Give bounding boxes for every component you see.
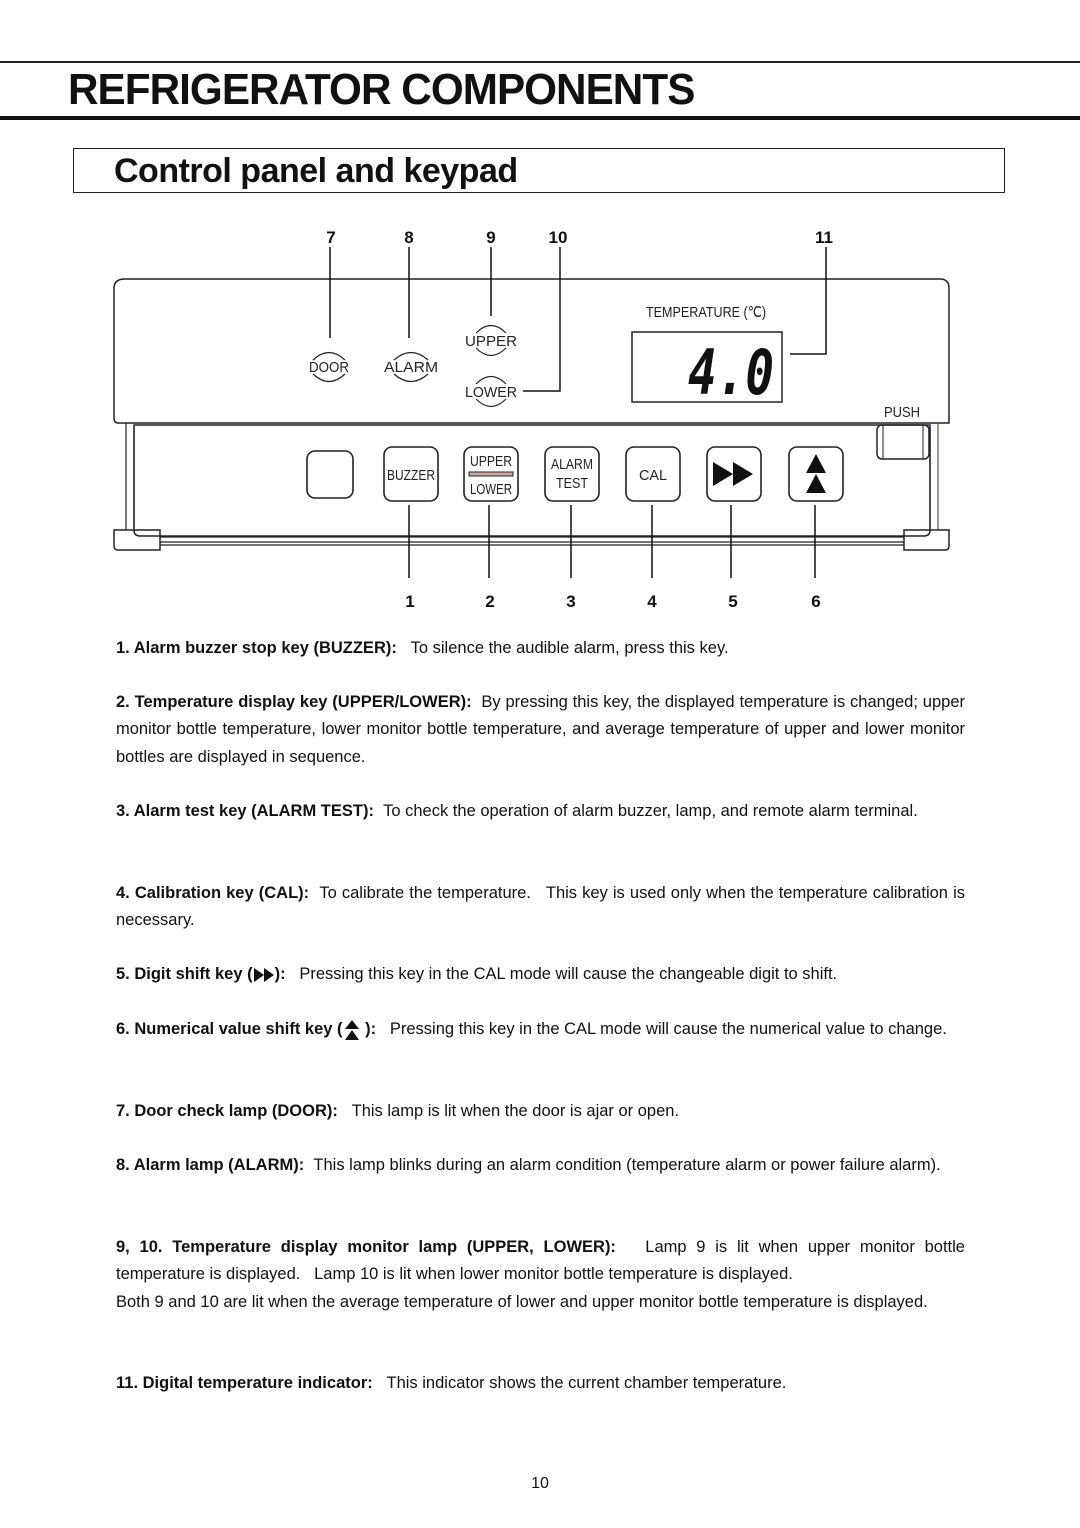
callout-7: 7 [326, 228, 335, 247]
upper-lower-key-upper-label: UPPER [470, 453, 512, 470]
numerical-value-shift-key[interactable] [788, 446, 844, 502]
description-item-6: 6. Numerical value shift key ( ): Pressi… [116, 1016, 965, 1043]
header-rule-bottom [0, 116, 1080, 120]
description-item-2: 2. Temperature display key (UPPER/LOWER)… [116, 689, 965, 771]
upper-lamp: UPPER [465, 324, 517, 357]
upper-lamp-label: UPPER [465, 333, 517, 350]
upper-lower-key-lower-label: LOWER [470, 481, 512, 498]
description-item-4: 4. Calibration key (CAL): To calibrate t… [116, 880, 965, 935]
left-foot [113, 529, 161, 551]
lower-lamp-label: LOWER [465, 384, 517, 401]
description-text: This lamp blinks during an alarm conditi… [313, 1156, 941, 1174]
description-item-11: 11. Digital temperature indicator: This … [116, 1370, 965, 1397]
digit-shift-key[interactable] [706, 446, 762, 502]
leader-line-10 [523, 247, 561, 392]
door-lamp: DOOR [309, 351, 349, 383]
description-text: This lamp is lit when the door is ajar o… [351, 1102, 680, 1120]
temperature-display-value: 4.0 [688, 336, 774, 409]
numerical-shift-arrow-icon-2 [806, 474, 826, 493]
upper-panel-outline [113, 278, 950, 424]
description-item-9-10: 9, 10. Temperature display monitor lamp … [116, 1234, 965, 1316]
alarm-test-key[interactable]: ALARM TEST [544, 446, 600, 502]
double-right-triangle-icon [253, 967, 274, 982]
description-text-continued: Both 9 and 10 are lit when the average t… [116, 1292, 928, 1311]
description-term: 9, 10. Temperature display monitor lamp … [116, 1238, 616, 1256]
page-number: 10 [531, 1475, 549, 1492]
callout-1: 1 [405, 592, 414, 611]
double-up-triangle-icon [344, 1019, 359, 1040]
description-text: Pressing this key in the CAL mode will c… [299, 965, 838, 983]
description-term: 5. Digit shift key (): [116, 965, 286, 983]
push-label: PUSH [884, 404, 920, 421]
description-term: 11. Digital temperature indicator: [116, 1374, 373, 1392]
description-term: 3. Alarm test key (ALARM TEST): [116, 802, 374, 820]
alarm-lamp: ALARM [384, 351, 438, 383]
callout-11: 11 [815, 228, 833, 247]
right-foot [903, 529, 950, 551]
alarm-lamp-label: ALARM [384, 359, 438, 376]
lower-lamp: LOWER [465, 375, 517, 408]
numerical-shift-arrow-icon [806, 454, 826, 473]
section-header-box: Control panel and keypad [73, 148, 1005, 193]
description-term: 8. Alarm lamp (ALARM): [116, 1156, 305, 1174]
description-term: 7. Door check lamp (DOOR): [116, 1102, 338, 1120]
door-lamp-label: DOOR [309, 359, 349, 376]
page-title: REFRIGERATOR COMPONENTS [68, 65, 695, 114]
description-term: 4. Calibration key (CAL): [116, 884, 310, 902]
temperature-display-label: TEMPERATURE (℃) [646, 304, 766, 321]
description-item-5: 5. Digit shift key (): Pressing this key… [116, 961, 965, 988]
push-latch[interactable] [876, 424, 930, 460]
callout-8: 8 [404, 228, 413, 247]
callout-2: 2 [485, 592, 494, 611]
cal-key[interactable]: CAL [625, 446, 681, 502]
description-text: To check the operation of alarm buzzer, … [383, 802, 918, 820]
cal-key-label: CAL [639, 467, 667, 484]
description-term: 1. Alarm buzzer stop key (BUZZER): [116, 639, 397, 657]
lower-panel-outline [133, 424, 931, 537]
callout-9: 9 [486, 228, 495, 247]
description-text: To silence the audible alarm, press this… [410, 639, 729, 657]
digit-shift-arrow-icon-2 [733, 462, 753, 486]
description-text: This indicator shows the current chamber… [386, 1374, 787, 1392]
callout-6: 6 [811, 592, 820, 611]
description-term-prefix: 6. Numerical value shift key ( [116, 1020, 343, 1038]
blank-key[interactable] [306, 450, 354, 499]
description-text: Pressing this key in the CAL mode will c… [389, 1020, 947, 1038]
digit-shift-arrow-icon [713, 462, 733, 486]
leader-line-11 [790, 247, 827, 355]
description-term-suffix: ): [274, 965, 286, 983]
upper-lower-key-divider [468, 471, 514, 477]
callout-3: 3 [566, 592, 575, 611]
description-term-prefix: 5. Digit shift key ( [116, 965, 253, 983]
buzzer-key-label: BUZZER [387, 467, 435, 484]
description-term: 6. Numerical value shift key ( ): [116, 1019, 377, 1040]
description-term-suffix: ): [360, 1020, 377, 1038]
section-title: Control panel and keypad [114, 152, 518, 190]
upper-lower-key[interactable]: UPPER LOWER [463, 446, 519, 502]
description-item-3: 3. Alarm test key (ALARM TEST): To check… [116, 798, 965, 825]
callout-4: 4 [647, 592, 657, 611]
description-item-8: 8. Alarm lamp (ALARM): This lamp blinks … [116, 1152, 965, 1179]
description-item-1: 1. Alarm buzzer stop key (BUZZER): To si… [116, 635, 965, 662]
description-term: 2. Temperature display key (UPPER/LOWER)… [116, 693, 472, 711]
control-panel-diagram: 7 8 9 10 11 DOOR ALARM UPPER LOWER TEMPE… [113, 228, 950, 611]
alarm-test-key-test-label: TEST [556, 475, 588, 492]
callout-5: 5 [728, 592, 737, 611]
callout-10: 10 [549, 228, 568, 247]
description-item-7: 7. Door check lamp (DOOR): This lamp is … [116, 1098, 965, 1125]
buzzer-key[interactable]: BUZZER [383, 446, 439, 502]
alarm-test-key-alarm-label: ALARM [551, 456, 593, 473]
